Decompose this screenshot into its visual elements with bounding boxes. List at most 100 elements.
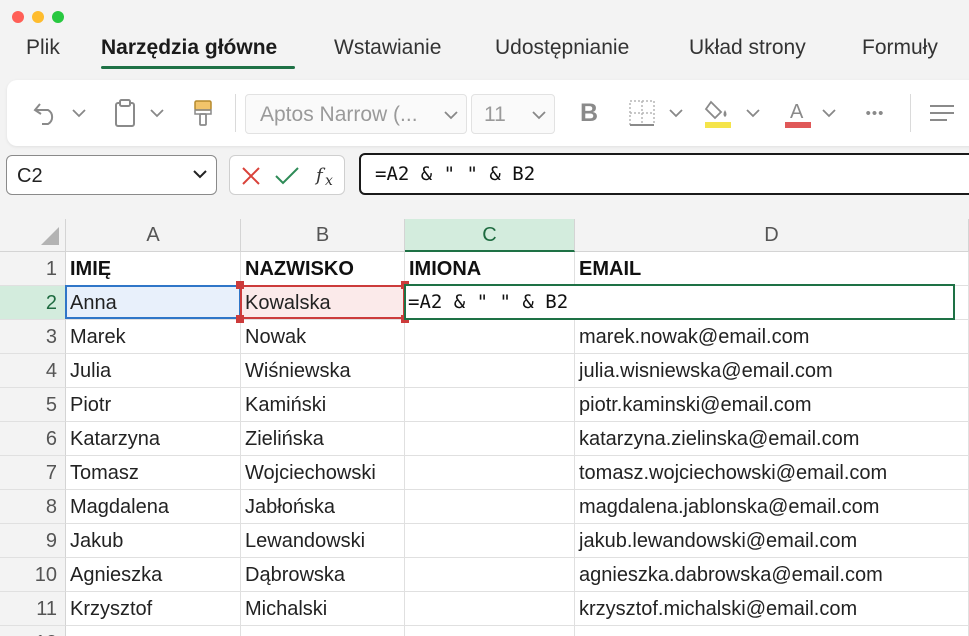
row-header-9[interactable]: 9: [0, 524, 66, 558]
bold-button[interactable]: B: [573, 96, 605, 130]
fill-color-dropdown-icon[interactable]: [746, 108, 760, 118]
zoom-window-button[interactable]: [52, 11, 64, 23]
column-header-d[interactable]: D: [575, 219, 969, 252]
cell-b9[interactable]: Lewandowski: [241, 524, 405, 558]
row-header-11[interactable]: 11: [0, 592, 66, 626]
clipboard-icon[interactable]: [111, 96, 139, 130]
cell-c12[interactable]: [405, 626, 575, 636]
cell-b11[interactable]: Michalski: [241, 592, 405, 626]
borders-dropdown-icon[interactable]: [669, 108, 683, 118]
cell-a7[interactable]: Tomasz: [66, 456, 241, 490]
title-bar: [0, 0, 969, 30]
cell-a10[interactable]: Agnieszka: [66, 558, 241, 592]
cell-a12[interactable]: [66, 626, 241, 636]
cell-c5[interactable]: [405, 388, 575, 422]
row-header-7[interactable]: 7: [0, 456, 66, 490]
select-all-corner[interactable]: [0, 219, 66, 252]
cancel-icon[interactable]: [240, 165, 262, 187]
cell-a5[interactable]: Piotr: [66, 388, 241, 422]
cell-c3[interactable]: [405, 320, 575, 354]
chevron-down-icon[interactable]: [192, 166, 208, 182]
cell-b3[interactable]: Nowak: [241, 320, 405, 354]
cell-a9[interactable]: Jakub: [66, 524, 241, 558]
cell-c9[interactable]: [405, 524, 575, 558]
cell-a1[interactable]: IMIĘ: [66, 252, 241, 286]
cell-c11[interactable]: [405, 592, 575, 626]
cell-d11[interactable]: krzysztof.michalski@email.com: [575, 592, 969, 626]
cell-a6[interactable]: Katarzyna: [66, 422, 241, 456]
column-header-a[interactable]: A: [66, 219, 241, 252]
cell-b10[interactable]: Dąbrowska: [241, 558, 405, 592]
row-header-8[interactable]: 8: [0, 490, 66, 524]
cell-c4[interactable]: [405, 354, 575, 388]
cell-d3[interactable]: marek.nowak@email.com: [575, 320, 969, 354]
cell-a3[interactable]: Marek: [66, 320, 241, 354]
cell-c1[interactable]: IMIONA: [405, 252, 575, 286]
tab-narzedzia-glowne[interactable]: Narzędzia główne: [101, 36, 277, 60]
row-header-10[interactable]: 10: [0, 558, 66, 592]
cell-d7[interactable]: tomasz.wojciechowski@email.com: [575, 456, 969, 490]
row-header-1[interactable]: 1: [0, 252, 66, 286]
tab-uklad-strony[interactable]: Układ strony: [689, 36, 806, 60]
cell-d5[interactable]: piotr.kaminski@email.com: [575, 388, 969, 422]
more-options-button[interactable]: •••: [855, 100, 895, 126]
cell-a4[interactable]: Julia: [66, 354, 241, 388]
row-header-2[interactable]: 2: [0, 286, 66, 320]
font-name-dropdown[interactable]: Aptos Narrow (...: [245, 94, 467, 134]
cell-d9[interactable]: jakub.lewandowski@email.com: [575, 524, 969, 558]
font-color-dropdown-icon[interactable]: [822, 108, 836, 118]
font-color-icon[interactable]: A: [781, 94, 815, 132]
align-icon[interactable]: [925, 98, 959, 128]
cell-b6[interactable]: Zielińska: [241, 422, 405, 456]
cell-b5[interactable]: Kamiński: [241, 388, 405, 422]
row-header-4[interactable]: 4: [0, 354, 66, 388]
paste-dropdown-icon[interactable]: [150, 108, 164, 118]
select-all-icon: [41, 227, 59, 245]
cell-a11[interactable]: Krzysztof: [66, 592, 241, 626]
active-cell-editor[interactable]: =A2 & " " & B2: [404, 284, 955, 320]
cell-b12[interactable]: [241, 626, 405, 636]
cell-a8[interactable]: Magdalena: [66, 490, 241, 524]
function-fx-icon[interactable]: fx: [314, 163, 340, 189]
cell-b7[interactable]: Wojciechowski: [241, 456, 405, 490]
tab-wstawianie[interactable]: Wstawianie: [334, 36, 441, 60]
name-box[interactable]: C2: [6, 155, 217, 195]
cell-d8[interactable]: magdalena.jablonska@email.com: [575, 490, 969, 524]
column-header-b[interactable]: B: [241, 219, 405, 252]
cell-d4[interactable]: julia.wisniewska@email.com: [575, 354, 969, 388]
tab-formuly[interactable]: Formuły: [862, 36, 938, 60]
undo-dropdown-icon[interactable]: [72, 108, 86, 118]
row-header-3[interactable]: 3: [0, 320, 66, 354]
formula-actions: fx: [229, 155, 345, 195]
cell-b2[interactable]: Kowalska: [241, 286, 405, 320]
cell-c7[interactable]: [405, 456, 575, 490]
cell-b4[interactable]: Wiśniewska: [241, 354, 405, 388]
cell-b8[interactable]: Jabłońska: [241, 490, 405, 524]
tab-plik[interactable]: Plik: [26, 36, 60, 60]
borders-icon[interactable]: [625, 96, 659, 130]
reference-handle[interactable]: [236, 281, 244, 289]
row-header-12[interactable]: 12: [0, 626, 66, 636]
cell-c6[interactable]: [405, 422, 575, 456]
close-window-button[interactable]: [12, 11, 24, 23]
column-header-c[interactable]: C: [405, 219, 575, 252]
confirm-icon[interactable]: [274, 165, 300, 187]
tab-udostepnianie[interactable]: Udostępnianie: [495, 36, 629, 60]
font-size-dropdown[interactable]: 11: [471, 94, 555, 134]
reference-handle[interactable]: [236, 315, 244, 323]
formula-input[interactable]: =A2 & " " & B2: [359, 153, 969, 195]
row-header-5[interactable]: 5: [0, 388, 66, 422]
format-painter-icon[interactable]: [189, 96, 217, 130]
minimize-window-button[interactable]: [32, 11, 44, 23]
cell-d1[interactable]: EMAIL: [575, 252, 969, 286]
cell-a2[interactable]: Anna: [66, 286, 241, 320]
fill-color-icon[interactable]: [701, 94, 735, 132]
cell-b1[interactable]: NAZWISKO: [241, 252, 405, 286]
cell-d12[interactable]: [575, 626, 969, 636]
cell-c10[interactable]: [405, 558, 575, 592]
cell-c8[interactable]: [405, 490, 575, 524]
cell-d10[interactable]: agnieszka.dabrowska@email.com: [575, 558, 969, 592]
undo-icon[interactable]: [29, 98, 63, 128]
cell-d6[interactable]: katarzyna.zielinska@email.com: [575, 422, 969, 456]
row-header-6[interactable]: 6: [0, 422, 66, 456]
